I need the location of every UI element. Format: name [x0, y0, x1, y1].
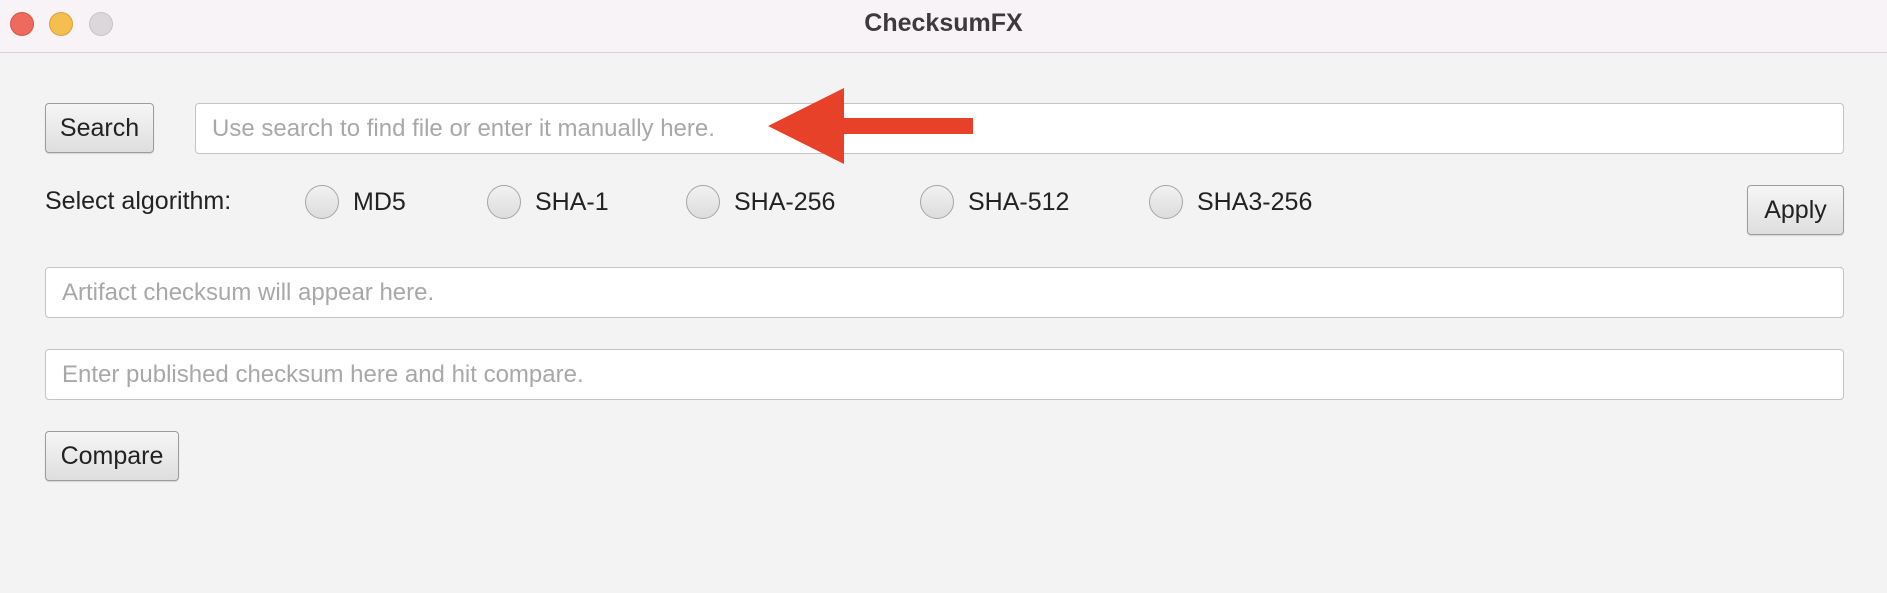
- window-title: ChecksumFX: [864, 9, 1023, 37]
- annotation-arrow-icon: [768, 88, 973, 164]
- radio-label-md5: MD5: [353, 187, 406, 216]
- radio-sha3-256[interactable]: SHA3-256: [1149, 184, 1312, 220]
- radio-circle-sha-512[interactable]: [920, 185, 954, 219]
- radio-sha-512[interactable]: SHA-512: [920, 184, 1069, 220]
- radio-circle-sha-1[interactable]: [487, 185, 521, 219]
- annotation-arrow-shape: [768, 88, 973, 164]
- radio-label-sha-1: SHA-1: [535, 187, 609, 216]
- radio-sha-1[interactable]: SHA-1: [487, 184, 609, 220]
- radio-circle-sha-256[interactable]: [686, 185, 720, 219]
- radio-label-sha-256: SHA-256: [734, 187, 836, 216]
- radio-circle-md5[interactable]: [305, 185, 339, 219]
- radio-label-sha3-256: SHA3-256: [1197, 187, 1313, 216]
- radio-sha-256[interactable]: SHA-256: [686, 184, 835, 220]
- file-path-input[interactable]: [195, 103, 1844, 154]
- compare-button[interactable]: Compare: [45, 431, 179, 481]
- radio-circle-sha3-256[interactable]: [1149, 185, 1183, 219]
- radio-label-sha-512: SHA-512: [968, 187, 1070, 216]
- app-window: ChecksumFX Search Select algorithm: MD5 …: [0, 0, 1887, 593]
- title-bar: ChecksumFX: [0, 0, 1887, 53]
- artifact-checksum-field[interactable]: [45, 267, 1844, 318]
- algorithm-label: Select algorithm:: [45, 187, 232, 215]
- radio-md5[interactable]: MD5: [305, 184, 406, 220]
- search-button[interactable]: Search: [45, 103, 154, 153]
- published-checksum-input[interactable]: [45, 349, 1844, 400]
- apply-button[interactable]: Apply: [1747, 185, 1844, 235]
